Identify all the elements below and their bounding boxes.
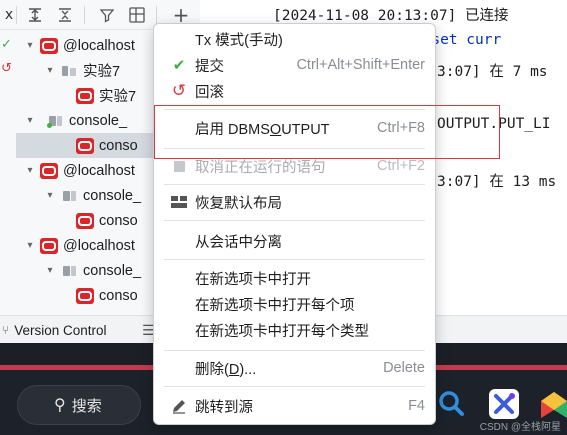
- oracle-icon: [40, 162, 58, 179]
- checkmark-icon: ✔: [172, 57, 186, 74]
- collapse-all-icon[interactable]: [54, 4, 76, 26]
- search-icon: ⚲: [54, 397, 66, 414]
- stop-icon: [170, 157, 188, 175]
- chevron-down-icon[interactable]: ▾: [44, 265, 56, 276]
- menu-item-restore-layout[interactable]: 恢复默认布局: [154, 190, 435, 214]
- console-icon: [46, 114, 64, 128]
- menu-item-detach-session[interactable]: 从会话中分离: [154, 229, 435, 253]
- chevron-down-icon[interactable]: ▾: [24, 115, 36, 126]
- output-line: 3:07] 在 13 ms: [437, 174, 557, 190]
- menu-item-open-new-tab[interactable]: 在新选项卡中打开: [154, 266, 435, 290]
- chevron-down-icon[interactable]: ▾: [24, 40, 36, 51]
- magnifier-app-icon[interactable]: [436, 388, 468, 420]
- menu-item-jump-source[interactable]: 跳转到源 F4: [154, 394, 435, 418]
- menu-separator: [164, 386, 425, 387]
- rollback-marker-icon: ↺: [1, 60, 12, 75]
- menu-item-tx-mode[interactable]: Tx 模式(手动): [154, 27, 435, 51]
- menu-item-delete[interactable]: 删除(D)... Delete: [154, 356, 435, 380]
- context-menu: Tx 模式(手动) ✔ 提交 Ctrl+Alt+Shift+Enter ↺ 回滚…: [153, 23, 436, 425]
- close-icon[interactable]: x: [0, 4, 20, 26]
- oracle-icon: [76, 87, 94, 104]
- oracle-icon: [40, 37, 58, 54]
- browser-app-icon[interactable]: [540, 388, 567, 420]
- output-line: [2024-11-08 20:13:07] 已连接: [273, 8, 509, 24]
- console-icon: [60, 189, 78, 203]
- check-marker-icon: ✓: [1, 36, 12, 51]
- menu-item-rollback[interactable]: ↺ 回滚: [154, 79, 435, 103]
- menu-separator: [164, 350, 425, 351]
- menu-item-open-new-tab-each[interactable]: 在新选项卡中打开每个项: [154, 292, 435, 316]
- menu-separator: [164, 184, 425, 185]
- menu-separator: [164, 220, 425, 221]
- menu-item-commit[interactable]: ✔ 提交 Ctrl+Alt+Shift+Enter: [154, 53, 435, 77]
- app-icon[interactable]: [488, 388, 520, 420]
- branch-icon: ⑂: [2, 323, 10, 337]
- output-line: 3:07] 在 7 ms: [437, 64, 548, 80]
- console-icon: [60, 264, 78, 278]
- oracle-icon: [40, 237, 58, 254]
- oracle-icon: [76, 212, 94, 229]
- menu-item-open-new-tab-type[interactable]: 在新选项卡中打开每个类型: [154, 318, 435, 342]
- chevron-down-icon[interactable]: ▾: [24, 240, 36, 251]
- oracle-icon: [76, 287, 94, 304]
- taskbar-search[interactable]: ⚲ 搜索: [17, 385, 141, 425]
- schema-icon: [60, 64, 78, 78]
- version-control-tab[interactable]: ⑂ Version Control: [0, 316, 107, 344]
- filter-icon[interactable]: [96, 4, 118, 26]
- annotation-highlight-box: [154, 105, 500, 159]
- left-gutter: ✓ ↺: [0, 30, 16, 315]
- menu-separator: [164, 259, 425, 260]
- expand-all-icon[interactable]: [24, 4, 46, 26]
- chevron-down-icon[interactable]: ▾: [44, 190, 56, 201]
- chevron-down-icon[interactable]: ▾: [24, 165, 36, 176]
- connected-dot-icon: [47, 122, 52, 128]
- oracle-icon: [76, 137, 94, 154]
- pencil-icon: [170, 397, 188, 415]
- watermark: CSDN @全栈阿星: [479, 422, 561, 433]
- new-query-icon[interactable]: [126, 4, 148, 26]
- chevron-down-icon[interactable]: ▾: [44, 65, 56, 76]
- rollback-icon: ↺: [171, 81, 187, 100]
- layout-icon: [170, 193, 188, 211]
